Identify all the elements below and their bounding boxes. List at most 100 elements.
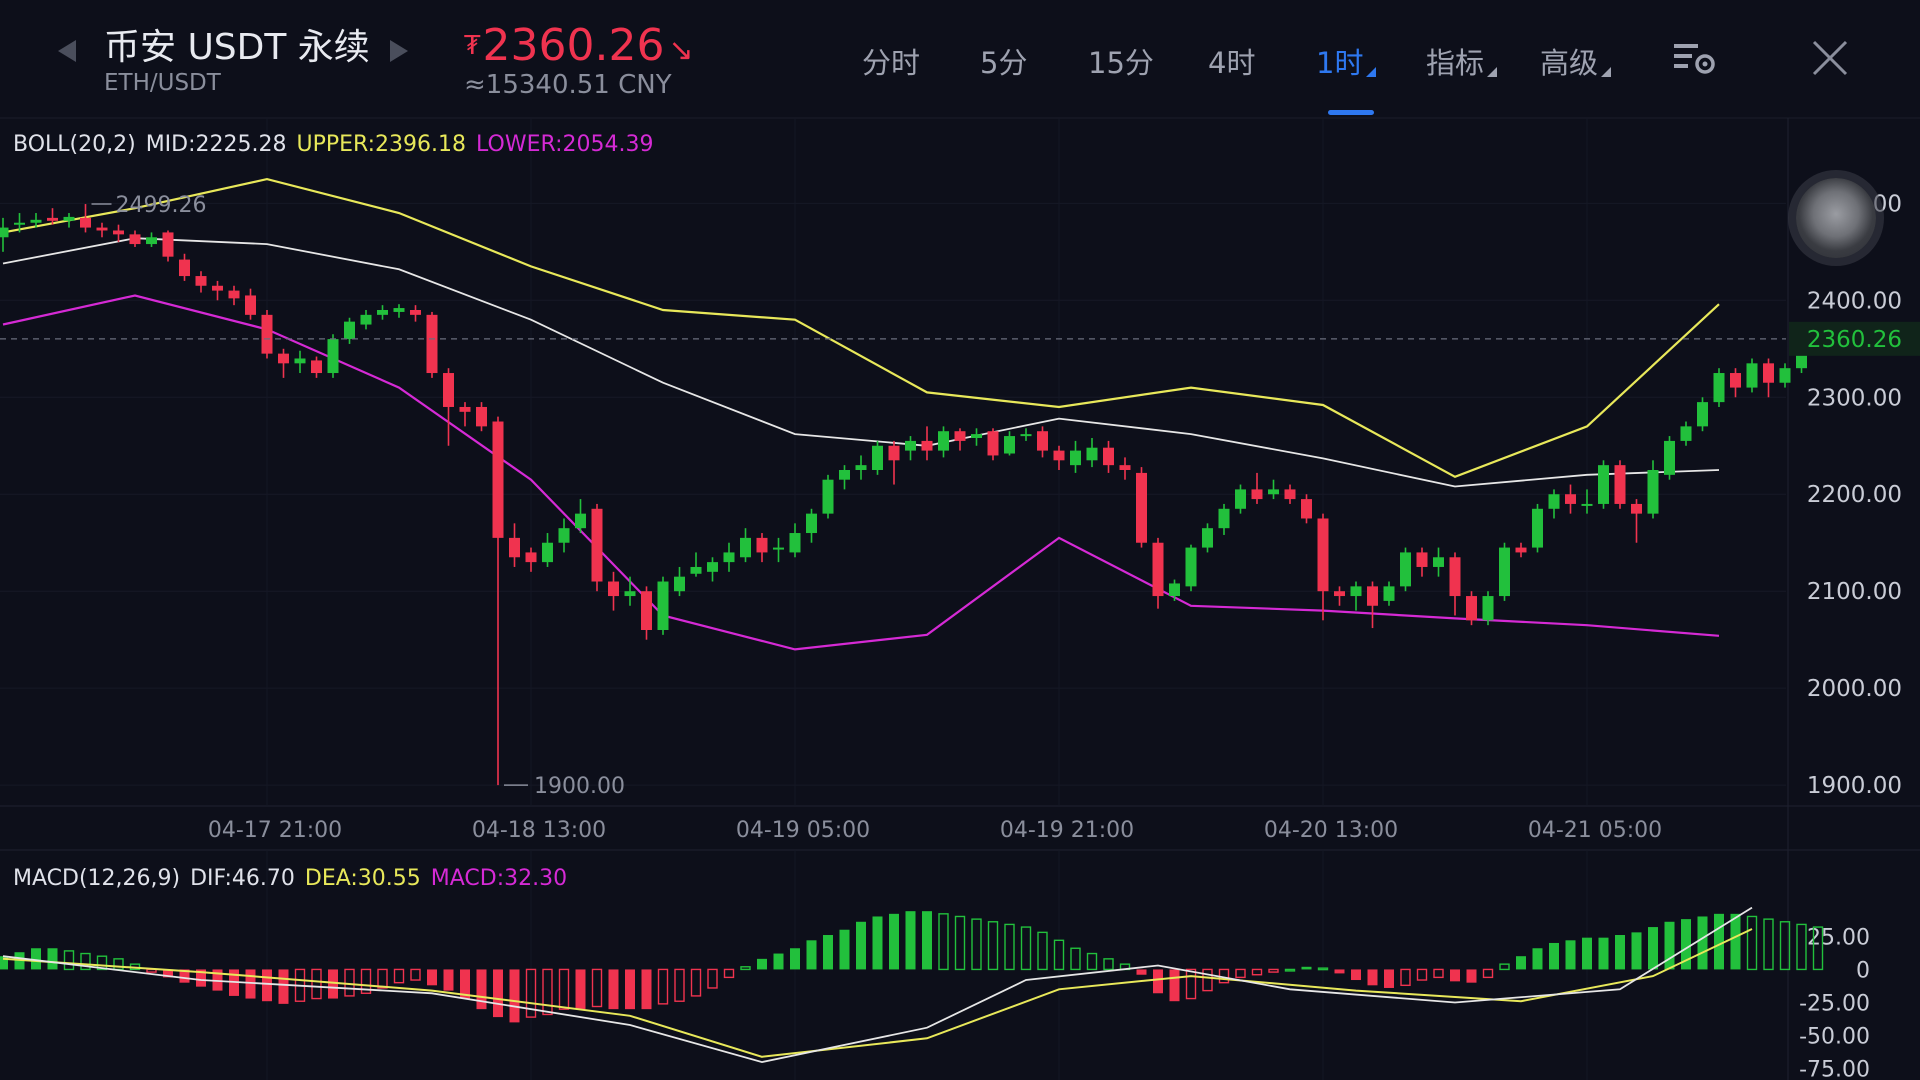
candle-body — [1713, 373, 1725, 403]
candle-body — [971, 434, 982, 438]
macd-bar — [344, 968, 355, 997]
macd-bar — [1070, 947, 1081, 971]
macd-bar — [954, 915, 966, 971]
macd-bar — [1384, 969, 1394, 988]
candle-body — [591, 508, 603, 582]
candle-body — [1763, 363, 1774, 383]
price-tick-label: 2300.00 — [1807, 385, 1902, 411]
macd-bar — [1235, 968, 1246, 979]
boll-legend: BOLL(20,2) MID:2225.28 UPPER:2396.18 LOWER:… — [13, 132, 664, 157]
macd-bar — [723, 968, 735, 979]
macd-bar — [1367, 969, 1378, 986]
macd-bar — [509, 969, 520, 1023]
candle-body — [459, 406, 471, 412]
macd-bar — [1169, 969, 1180, 1002]
candle-body — [261, 314, 273, 354]
candle-body — [641, 591, 652, 630]
candle-body — [1268, 489, 1279, 495]
macd-bar — [889, 913, 899, 970]
candle-body — [1284, 489, 1296, 500]
macd-bar — [922, 911, 932, 970]
macd-bar — [1086, 952, 1098, 971]
price-tick-label: 2100.00 — [1807, 579, 1902, 605]
candle-body — [987, 431, 999, 456]
macd-bar — [987, 921, 999, 971]
candle-body — [96, 227, 108, 231]
candle-body — [377, 310, 388, 315]
candle-body — [509, 537, 520, 558]
macd-bar — [311, 968, 322, 1000]
macd-bar — [971, 918, 982, 971]
macd-dif: DIF:46.70 — [190, 866, 295, 891]
candle-body — [1235, 489, 1246, 509]
candle-body — [1301, 499, 1312, 519]
candle-body — [344, 321, 355, 340]
macd-bar — [542, 968, 553, 1016]
kline-chart-canvas[interactable]: 1900.00 2000.00 2100.00 2200.00 2300.00 2400.… — [0, 0, 1920, 1080]
macd-bar — [1664, 921, 1675, 970]
macd-bar — [575, 969, 586, 1010]
candle-body — [1350, 586, 1362, 597]
macd-bar — [1268, 968, 1279, 973]
candle-body — [1664, 440, 1675, 475]
macd-bar — [278, 969, 289, 1004]
candle-body — [1152, 542, 1164, 597]
candle-body — [954, 431, 966, 441]
candle-body — [1532, 508, 1543, 548]
scroll-to-latest-button[interactable] — [1796, 178, 1876, 258]
macd-bar — [657, 968, 669, 1005]
macd-bar — [47, 948, 58, 970]
macd-bar — [63, 950, 75, 971]
time-tick-label: 04-21 05:00 — [1528, 818, 1662, 843]
price-tick-label: 2200.00 — [1807, 482, 1902, 508]
candle-body — [888, 445, 900, 461]
candle-body — [278, 353, 289, 364]
macd-bar — [1532, 948, 1543, 970]
candle-body — [162, 232, 174, 257]
time-tick-label: 04-19 05:00 — [736, 818, 870, 843]
candle-body — [14, 222, 25, 225]
candle-body — [47, 217, 58, 221]
macd-bar — [1153, 969, 1163, 994]
macd-bar — [1763, 918, 1774, 971]
price-tick-label: 2000.00 — [1807, 676, 1902, 702]
candle-body — [393, 308, 405, 312]
macd-bar — [1103, 958, 1114, 971]
macd-value: MACD:32.30 — [430, 866, 568, 891]
macd-bar — [558, 968, 570, 1010]
macd-bar — [740, 966, 751, 971]
candle-body — [1086, 447, 1098, 461]
candle-body — [723, 552, 735, 563]
candle-body — [707, 562, 718, 572]
candle-body — [1746, 363, 1758, 388]
candle-body — [1119, 465, 1131, 470]
candle-body — [1433, 557, 1444, 567]
candle-body — [129, 234, 141, 245]
macd-bar — [1004, 923, 1015, 971]
boll-name: BOLL(20,2) — [13, 132, 136, 157]
macd-bar — [493, 969, 503, 1018]
candle-body — [1317, 518, 1329, 592]
candle-body — [492, 421, 504, 538]
candle-body — [1697, 402, 1708, 427]
candle-body — [1020, 434, 1032, 437]
candle-body — [1070, 450, 1081, 466]
macd-bar — [1714, 913, 1724, 970]
candle-body — [360, 314, 372, 325]
candle-body — [1004, 436, 1015, 454]
macd-bar — [872, 916, 883, 970]
candle-body — [525, 552, 537, 563]
candle-body — [690, 566, 702, 574]
candle-body — [1482, 596, 1494, 621]
candle-body — [1185, 547, 1197, 587]
macd-bar — [1202, 968, 1213, 992]
macd-bar — [1400, 968, 1411, 987]
candle-body — [1449, 557, 1461, 597]
macd-bar — [410, 968, 421, 981]
candle-body — [0, 227, 9, 238]
macd-bar — [1796, 923, 1807, 971]
candle-body — [1383, 586, 1395, 601]
macd-bar — [806, 940, 817, 970]
candle-body — [839, 470, 850, 480]
macd-bar — [262, 969, 272, 1002]
